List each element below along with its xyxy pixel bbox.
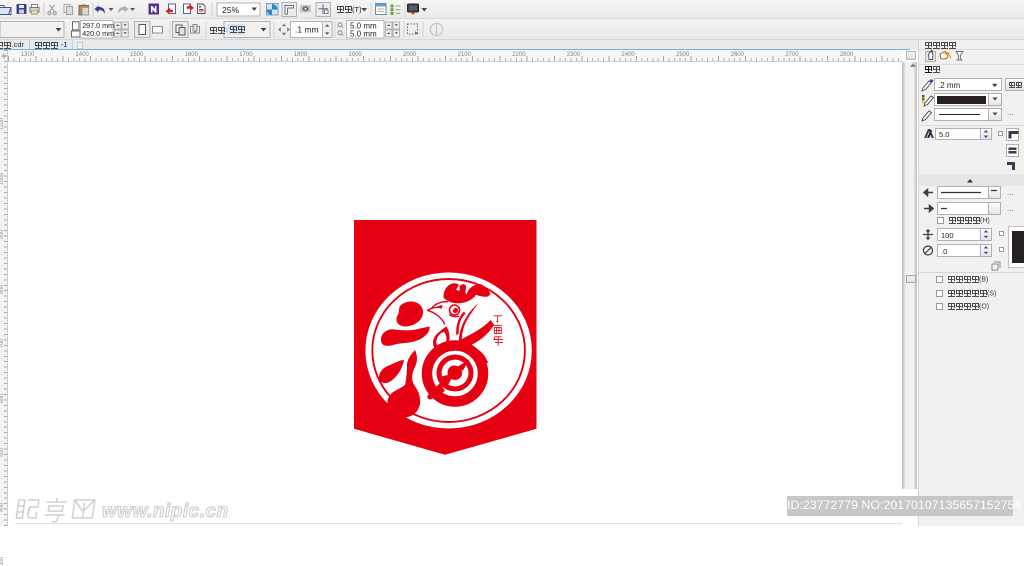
svg-text:420.0 mm: 420.0 mm <box>82 29 114 38</box>
svg-text:.1 mm: .1 mm <box>295 25 319 35</box>
svg-text:5.0 mm: 5.0 mm <box>350 30 377 39</box>
svg-text:25%: 25% <box>222 5 239 15</box>
svg-text:www.nipic.cn: www.nipic.cn <box>102 501 229 522</box>
